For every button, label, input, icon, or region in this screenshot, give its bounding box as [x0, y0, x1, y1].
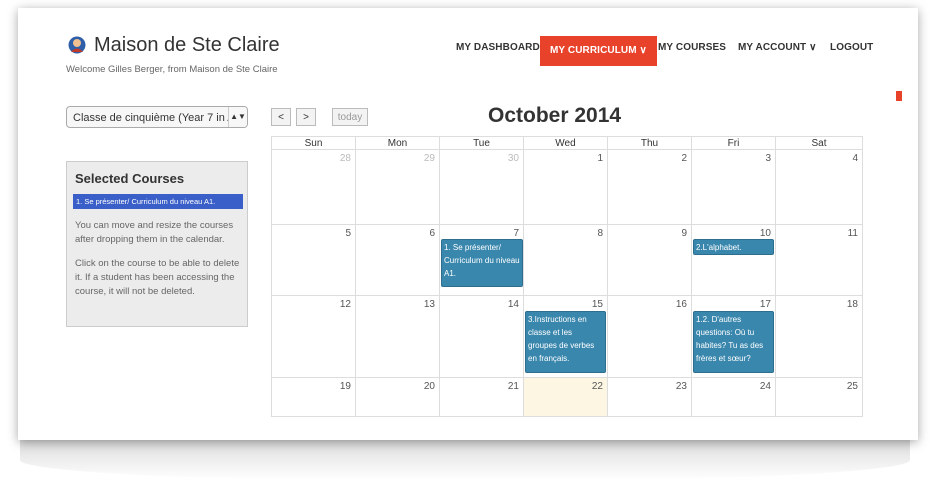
day-number: 23	[675, 381, 687, 392]
calendar-event[interactable]: 1.2. D'autres questions: Où tu habites? …	[693, 311, 774, 373]
day-cell[interactable]: 2	[607, 149, 692, 225]
day-cell-today[interactable]: 22	[523, 377, 608, 417]
day-cell[interactable]: 3	[691, 149, 776, 225]
calendar-event[interactable]: 1. Se présenter/ Curriculum du niveau A1…	[441, 239, 523, 287]
nav-my-courses[interactable]: MY COURSES	[658, 42, 726, 53]
day-cell[interactable]: 9	[607, 224, 692, 296]
next-month-button[interactable]: >	[296, 108, 316, 126]
day-cell[interactable]: 23	[607, 377, 692, 417]
prev-month-button[interactable]: <	[271, 108, 291, 126]
day-cell[interactable]: 1	[523, 149, 608, 225]
day-cell[interactable]: 24	[691, 377, 776, 417]
panel-title: Selected Courses	[75, 171, 185, 186]
day-number: 13	[423, 299, 435, 310]
class-select[interactable]: Classe de cinquième (Year 7 in Aus ▲▼	[66, 106, 248, 128]
day-number: 12	[339, 299, 351, 310]
day-cell[interactable]: 19	[271, 377, 356, 417]
day-cell[interactable]: 29	[355, 149, 440, 225]
day-number: 22	[591, 381, 603, 392]
day-number: 29	[423, 153, 435, 164]
day-number: 25	[846, 381, 858, 392]
day-cell[interactable]: 10	[691, 224, 776, 296]
day-number: 24	[759, 381, 771, 392]
day-cell[interactable]: 12	[271, 295, 356, 378]
day-number: 19	[339, 381, 351, 392]
day-number: 3	[765, 153, 771, 164]
day-cell[interactable]: 28	[271, 149, 356, 225]
day-cell[interactable]: 5	[271, 224, 356, 296]
calendar-event[interactable]: 3.Instructions en classe et les groupes …	[525, 311, 606, 373]
day-cell[interactable]: 8	[523, 224, 608, 296]
weekday-label: Wed	[523, 136, 608, 150]
day-number: 6	[429, 228, 435, 239]
welcome-text: Welcome Gilles Berger, from Maison de St…	[66, 64, 278, 75]
class-select-value: Classe de cinquième (Year 7 in Aus	[73, 112, 247, 124]
day-number: 17	[759, 299, 771, 310]
browser-frame: Maison de Ste Claire MY DASHBOARD MY CUR…	[18, 8, 918, 440]
nav-my-account[interactable]: MY ACCOUNT ∨	[738, 42, 817, 53]
day-number: 4	[852, 153, 858, 164]
day-number: 11	[847, 228, 858, 239]
day-cell[interactable]: 14	[439, 295, 524, 378]
day-cell[interactable]: 25	[775, 377, 863, 417]
day-number: 8	[597, 228, 603, 239]
select-arrows-icon: ▲▼	[228, 107, 247, 127]
today-button[interactable]: today	[332, 108, 368, 126]
day-cell[interactable]: 30	[439, 149, 524, 225]
day-number: 10	[759, 228, 771, 239]
weekday-header: Sun Mon Tue Wed Thu Fri Sat	[271, 136, 863, 150]
day-number: 30	[507, 153, 519, 164]
day-number: 9	[681, 228, 687, 239]
weekday-label: Sat	[775, 136, 863, 150]
selected-courses-panel: Selected Courses 1. Se présenter/ Curric…	[66, 161, 248, 327]
day-cell[interactable]: 13	[355, 295, 440, 378]
day-cell[interactable]: 21	[439, 377, 524, 417]
weekday-label: Sun	[271, 136, 356, 150]
day-cell[interactable]: 16	[607, 295, 692, 378]
side-tab[interactable]	[896, 91, 902, 101]
day-number: 7	[513, 228, 519, 239]
calendar-title: October 2014	[488, 104, 622, 127]
calendar-event[interactable]: 2.L'alphabet.	[693, 239, 774, 255]
day-number: 20	[423, 381, 435, 392]
day-number: 15	[591, 299, 603, 310]
selected-course-item[interactable]: 1. Se présenter/ Curriculum du niveau A1…	[73, 194, 243, 209]
weekday-label: Mon	[355, 136, 440, 150]
nav-my-curriculum[interactable]: MY CURRICULUM ∨	[540, 36, 657, 66]
weekday-label: Fri	[691, 136, 776, 150]
day-number: 28	[339, 153, 351, 164]
weekday-label: Tue	[439, 136, 524, 150]
weekday-label: Thu	[607, 136, 692, 150]
day-number: 1	[597, 153, 603, 164]
site-title[interactable]: Maison de Ste Claire	[94, 34, 280, 57]
day-cell[interactable]: 20	[355, 377, 440, 417]
day-number: 18	[846, 299, 858, 310]
day-number: 14	[507, 299, 519, 310]
day-number: 2	[681, 153, 687, 164]
day-cell[interactable]: 4	[775, 149, 863, 225]
nav-logout[interactable]: LOGOUT	[830, 42, 873, 53]
top-navbar: Maison de Ste Claire MY DASHBOARD MY CUR…	[18, 8, 918, 66]
nav-my-dashboard[interactable]: MY DASHBOARD	[456, 42, 540, 53]
day-number: 21	[507, 381, 519, 392]
day-number: 5	[345, 228, 351, 239]
day-cell[interactable]: 11	[775, 224, 863, 296]
help-text-delete: Click on the course to be able to delete…	[75, 258, 240, 297]
day-cell[interactable]: 6	[355, 224, 440, 296]
help-text-move: You can move and resize the courses afte…	[75, 220, 234, 245]
logo-icon	[68, 36, 86, 54]
day-cell[interactable]: 18	[775, 295, 863, 378]
day-number: 16	[675, 299, 687, 310]
